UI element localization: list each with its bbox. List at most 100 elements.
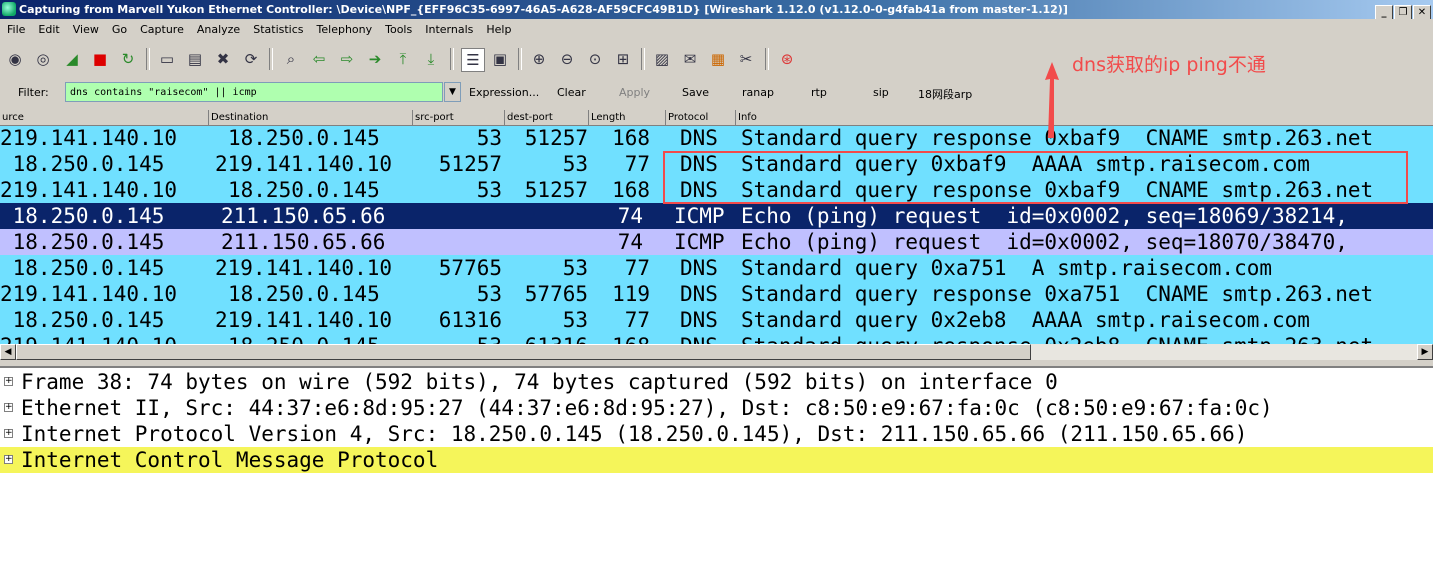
detail-row-icmp-selected[interactable]: + Internet Control Message Protocol	[0, 447, 1433, 473]
resize-columns-icon[interactable]: ⊞	[612, 48, 634, 70]
start-icon[interactable]: ◢	[61, 48, 83, 70]
filter-arp-button[interactable]: 18网段arp	[918, 86, 972, 102]
display-filter-input[interactable]: dns contains "raisecom" || icmp	[65, 82, 443, 102]
packet-row[interactable]: 18.250.0.145 219.141.140.10 61316 53 77 …	[0, 307, 1433, 333]
filter-label: Filter:	[18, 86, 49, 99]
packet-row[interactable]: 18.250.0.145 211.150.65.66 74 ICMP Echo …	[0, 229, 1433, 255]
last-icon[interactable]: ⤓	[420, 48, 442, 70]
packet-dest-port: 61316	[504, 333, 588, 344]
scroll-left-button[interactable]: ◀	[0, 344, 16, 360]
expand-icon[interactable]: +	[4, 403, 13, 412]
toolbar-separator	[450, 48, 454, 70]
wireshark-app-icon	[2, 2, 16, 16]
chevron-down-icon: ▼	[449, 87, 456, 97]
coloring-rules-icon[interactable]: ▦	[707, 48, 729, 70]
menu-telephony[interactable]: Telephony	[310, 20, 379, 40]
menu-statistics[interactable]: Statistics	[246, 20, 309, 40]
restore-button[interactable]: ❐	[1394, 5, 1412, 19]
filter-ranap-button[interactable]: ranap	[742, 86, 774, 99]
help-icon[interactable]: ⊛	[776, 48, 798, 70]
apply-button[interactable]: Apply	[619, 86, 650, 99]
close-window-button[interactable]: ✕	[1413, 5, 1431, 19]
autoscroll-icon[interactable]: ▣	[489, 48, 511, 70]
packet-list-hscrollbar[interactable]: ◀ ▶	[0, 344, 1433, 360]
menu-analyze[interactable]: Analyze	[190, 20, 246, 40]
packet-row[interactable]: 219.141.140.10 18.250.0.145 53 57765 119…	[0, 281, 1433, 307]
first-icon[interactable]: ⤒	[392, 48, 414, 70]
packet-src-port: 53	[476, 126, 502, 150]
packet-source: 18.250.0.145	[0, 256, 165, 280]
packet-destination: 219.141.140.10	[215, 308, 393, 332]
menu-internals[interactable]: Internals	[418, 20, 479, 40]
packet-length: 77	[624, 256, 650, 280]
restart-icon[interactable]: ↻	[117, 48, 139, 70]
open-icon[interactable]: ▭	[156, 48, 178, 70]
packet-row[interactable]: 18.250.0.145 219.141.140.10 57765 53 77 …	[0, 255, 1433, 281]
menu-tools[interactable]: Tools	[378, 20, 418, 40]
column-destination[interactable]: Destination	[208, 110, 412, 125]
menu-help[interactable]: Help	[479, 20, 517, 40]
menu-view[interactable]: View	[66, 20, 105, 40]
packet-source: 219.141.140.10	[0, 282, 178, 306]
close-icon[interactable]: ✖	[212, 48, 234, 70]
column-length[interactable]: Length	[588, 110, 665, 125]
column-info[interactable]: Info	[735, 110, 1433, 125]
expand-icon[interactable]: +	[4, 455, 13, 464]
zoom-in-icon[interactable]: ⊕	[528, 48, 550, 70]
expand-icon[interactable]: +	[4, 429, 13, 438]
toolbar-separator	[269, 48, 273, 70]
stop-icon[interactable]: ■	[89, 48, 111, 70]
filter-dropdown-button[interactable]: ▼	[444, 82, 461, 102]
column-protocol[interactable]: Protocol	[665, 110, 735, 125]
zoom-normal-icon[interactable]: ⊙	[584, 48, 606, 70]
packet-src-port: 53	[412, 333, 502, 344]
packet-row[interactable]: 219.141.140.10 18.250.0.145 53 51257 168…	[0, 126, 1433, 151]
menu-capture[interactable]: Capture	[133, 20, 190, 40]
options-icon[interactable]: ◎	[32, 48, 54, 70]
column-dest-port[interactable]: dest-port	[504, 110, 588, 125]
detail-row-ipv4[interactable]: + Internet Protocol Version 4, Src: 18.2…	[0, 421, 1433, 447]
clear-button[interactable]: Clear	[557, 86, 586, 99]
packet-destination: 18.250.0.145	[228, 178, 380, 202]
save-filter-button[interactable]: Save	[682, 86, 709, 99]
interfaces-icon[interactable]: ◉	[4, 48, 26, 70]
scroll-right-button[interactable]: ▶	[1417, 344, 1433, 360]
find-icon[interactable]: ⌕	[280, 48, 302, 70]
detail-row-frame[interactable]: + Frame 38: 74 bytes on wire (592 bits),…	[0, 369, 1433, 395]
packet-destination: 211.150.65.66	[221, 230, 386, 254]
column-src-port[interactable]: src-port	[412, 110, 504, 125]
minimize-button[interactable]: _	[1375, 5, 1393, 19]
window-title: Capturing from Marvell Yukon Ethernet Co…	[19, 3, 1068, 16]
menu-go[interactable]: Go	[105, 20, 133, 40]
packet-source: 219.141.140.10	[0, 126, 178, 150]
packet-destination: 18.250.0.145	[228, 126, 380, 150]
forward-icon[interactable]: ⇨	[336, 48, 358, 70]
detail-row-ethernet[interactable]: + Ethernet II, Src: 44:37:e6:8d:95:27 (4…	[0, 395, 1433, 421]
menu-edit[interactable]: Edit	[31, 20, 65, 40]
packet-destination: 211.150.65.66	[221, 204, 386, 228]
expression-button[interactable]: Expression...	[469, 86, 539, 99]
packet-length: 74	[617, 230, 643, 254]
reload-icon[interactable]: ⟳	[240, 48, 262, 70]
colorize-icon[interactable]: ☰	[461, 48, 485, 72]
save-icon[interactable]: ▤	[184, 48, 206, 70]
packet-src-port: 51257	[438, 152, 502, 176]
filter-rtp-button[interactable]: rtp	[811, 86, 827, 99]
expand-icon[interactable]: +	[4, 377, 13, 386]
packet-src-port: 57765	[438, 256, 502, 280]
toolbar-separator	[765, 48, 769, 70]
window-controls: _ ❐ ✕	[1374, 2, 1431, 19]
packet-info: Standard query 0xa751 A smtp.raisecom.co…	[741, 256, 1273, 280]
display-filters-icon[interactable]: ✉	[679, 48, 701, 70]
packet-row-selected[interactable]: 18.250.0.145 211.150.65.66 74 ICMP Echo …	[0, 203, 1433, 229]
packet-row[interactable]: 219.141.140.10 18.250.0.145 53 61316 168…	[0, 333, 1433, 344]
scrollbar-thumb[interactable]	[16, 344, 1031, 360]
goto-icon[interactable]: ➔	[364, 48, 386, 70]
filter-sip-button[interactable]: sip	[873, 86, 889, 99]
capture-filters-icon[interactable]: ▨	[651, 48, 673, 70]
preferences-icon[interactable]: ✂	[735, 48, 757, 70]
back-icon[interactable]: ⇦	[308, 48, 330, 70]
zoom-out-icon[interactable]: ⊖	[556, 48, 578, 70]
menu-file[interactable]: File	[0, 20, 31, 40]
column-source[interactable]: urce	[0, 110, 208, 125]
